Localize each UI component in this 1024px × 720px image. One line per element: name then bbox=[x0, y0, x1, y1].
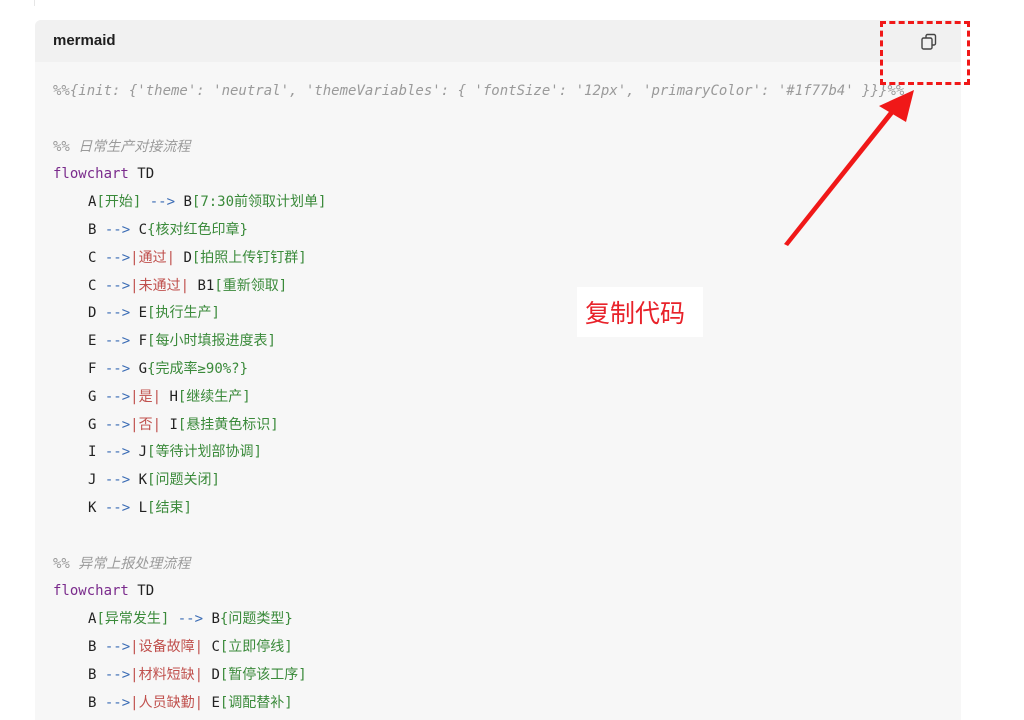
code-arrow: --> bbox=[96, 305, 139, 322]
code-node-label: [问题关闭] bbox=[147, 472, 220, 489]
code-line: B --> C{核对红色印章} bbox=[53, 217, 953, 245]
code-node-label: {核对红色印章} bbox=[147, 221, 248, 238]
code-node-id: E bbox=[203, 694, 220, 711]
code-edge-label: |设备故障| bbox=[130, 638, 204, 655]
code-node-id: B bbox=[183, 194, 192, 211]
code-arrow: --> bbox=[96, 416, 131, 433]
code-line: %%{init: {'theme': 'neutral', 'themeVari… bbox=[53, 78, 953, 106]
code-node-id: L bbox=[138, 499, 148, 516]
code-node-id: D bbox=[203, 666, 220, 683]
code-line: E --> F[每小时填报进度表] bbox=[53, 328, 953, 356]
code-line: C -->|未通过| B1[重新领取] bbox=[53, 273, 953, 301]
code-arrow: --> bbox=[169, 611, 212, 628]
code-arrow: --> bbox=[96, 277, 131, 294]
code-node-label: [悬挂黄色标识] bbox=[177, 416, 279, 433]
code-node-id: B1 bbox=[189, 277, 215, 294]
code-block-header: mermaid bbox=[35, 20, 961, 62]
code-language-label: mermaid bbox=[53, 32, 116, 49]
code-keyword: flowchart bbox=[53, 166, 129, 183]
code-line: A[异常发生] --> B{问题类型} bbox=[53, 606, 953, 634]
code-line: F --> G{完成率≥90%?} bbox=[53, 356, 953, 384]
code-arrow: --> bbox=[96, 249, 131, 266]
code-comment: %% 异常上报处理流程 bbox=[53, 555, 191, 572]
code-arrow: --> bbox=[96, 388, 131, 405]
code-arrow: --> bbox=[96, 444, 139, 461]
code-node-id: K bbox=[138, 472, 148, 489]
code-arrow: --> bbox=[141, 194, 184, 211]
code-node-label: [等待计划部协调] bbox=[147, 444, 262, 461]
code-edge-label: |否| bbox=[130, 416, 162, 433]
code-node-label: [立即停线] bbox=[219, 638, 293, 655]
highlight-box bbox=[880, 21, 970, 85]
code-node-id: H bbox=[161, 388, 178, 405]
code-line: C -->|通过| D[拍照上传钉钉群] bbox=[53, 245, 953, 273]
code-arrow: --> bbox=[96, 333, 139, 350]
code-line: flowchart TD bbox=[53, 578, 953, 606]
code-line: %% 日常生产对接流程 bbox=[53, 134, 953, 162]
code-content: %%{init: {'theme': 'neutral', 'themeVari… bbox=[53, 78, 953, 717]
code-node-label: {完成率≥90%?} bbox=[147, 360, 249, 377]
code-comment: %% 日常生产对接流程 bbox=[53, 138, 191, 155]
code-node-label: [开始] bbox=[96, 194, 142, 211]
code-keyword: flowchart bbox=[53, 583, 129, 600]
code-arrow: --> bbox=[96, 360, 139, 377]
code-line: %% 异常上报处理流程 bbox=[53, 551, 953, 579]
code-node-id: I bbox=[161, 416, 178, 433]
code-line: A[开始] --> B[7:30前领取计划单] bbox=[53, 189, 953, 217]
code-node-id: J bbox=[138, 444, 148, 461]
code-node-id: C bbox=[203, 638, 220, 655]
code-node-id: B bbox=[211, 611, 220, 628]
code-line: G -->|是| H[继续生产] bbox=[53, 384, 953, 412]
code-node-label: {问题类型} bbox=[219, 611, 293, 628]
code-node-label: [每小时填报进度表] bbox=[147, 333, 276, 350]
code-node-id: E bbox=[138, 305, 148, 322]
page: mermaid %%{init: {'theme': 'neutral', 't… bbox=[0, 0, 1024, 720]
code-line: I --> J[等待计划部协调] bbox=[53, 439, 953, 467]
code-edge-label: |未通过| bbox=[130, 277, 190, 294]
code-node-label: [结束] bbox=[147, 499, 192, 516]
code-comment: %%{init: {'theme': 'neutral', 'themeVari… bbox=[53, 83, 905, 99]
code-node-label: [重新领取] bbox=[214, 277, 288, 294]
code-node-label: [拍照上传钉钉群] bbox=[191, 249, 307, 266]
code-line: B -->|设备故障| C[立即停线] bbox=[53, 634, 953, 662]
annotation-text: 复制代码 bbox=[585, 299, 686, 328]
code-line: J --> K[问题关闭] bbox=[53, 467, 953, 495]
code-arrow: --> bbox=[96, 694, 131, 711]
code-arrow: --> bbox=[96, 638, 131, 655]
code-direction: TD bbox=[128, 166, 155, 183]
code-node-label: [调配替补] bbox=[219, 694, 293, 711]
code-arrow: --> bbox=[96, 666, 131, 683]
code-edge-label: |是| bbox=[130, 388, 162, 405]
code-edge-label: |人员缺勤| bbox=[130, 694, 204, 711]
code-line: G -->|否| I[悬挂黄色标识] bbox=[53, 412, 953, 440]
code-node-id: F bbox=[138, 333, 148, 350]
code-line: D --> E[执行生产] bbox=[53, 300, 953, 328]
code-node-label: [暂停该工序] bbox=[219, 666, 307, 683]
code-block: mermaid %%{init: {'theme': 'neutral', 't… bbox=[35, 20, 961, 720]
code-arrow: --> bbox=[96, 499, 139, 516]
code-node-id: C bbox=[138, 221, 148, 238]
annotation-callout: 复制代码 bbox=[577, 287, 703, 337]
code-line: K --> L[结束] bbox=[53, 495, 953, 523]
code-node-id: G bbox=[138, 360, 148, 377]
divider bbox=[34, 0, 35, 6]
code-node-label: [继续生产] bbox=[177, 388, 251, 405]
code-arrow: --> bbox=[96, 472, 139, 489]
code-arrow: --> bbox=[96, 221, 139, 238]
code-node-label: [执行生产] bbox=[147, 305, 220, 322]
code-edge-label: |通过| bbox=[130, 249, 176, 266]
code-edge-label: |材料短缺| bbox=[130, 666, 204, 683]
code-node-label: [7:30前领取计划单] bbox=[191, 194, 327, 211]
code-node-id: D bbox=[175, 249, 192, 266]
code-line: B -->|材料短缺| D[暂停该工序] bbox=[53, 662, 953, 690]
code-node-label: [异常发生] bbox=[96, 611, 170, 628]
code-line: B -->|人员缺勤| E[调配替补] bbox=[53, 690, 953, 718]
code-direction: TD bbox=[128, 583, 155, 600]
code-line: flowchart TD bbox=[53, 161, 953, 189]
